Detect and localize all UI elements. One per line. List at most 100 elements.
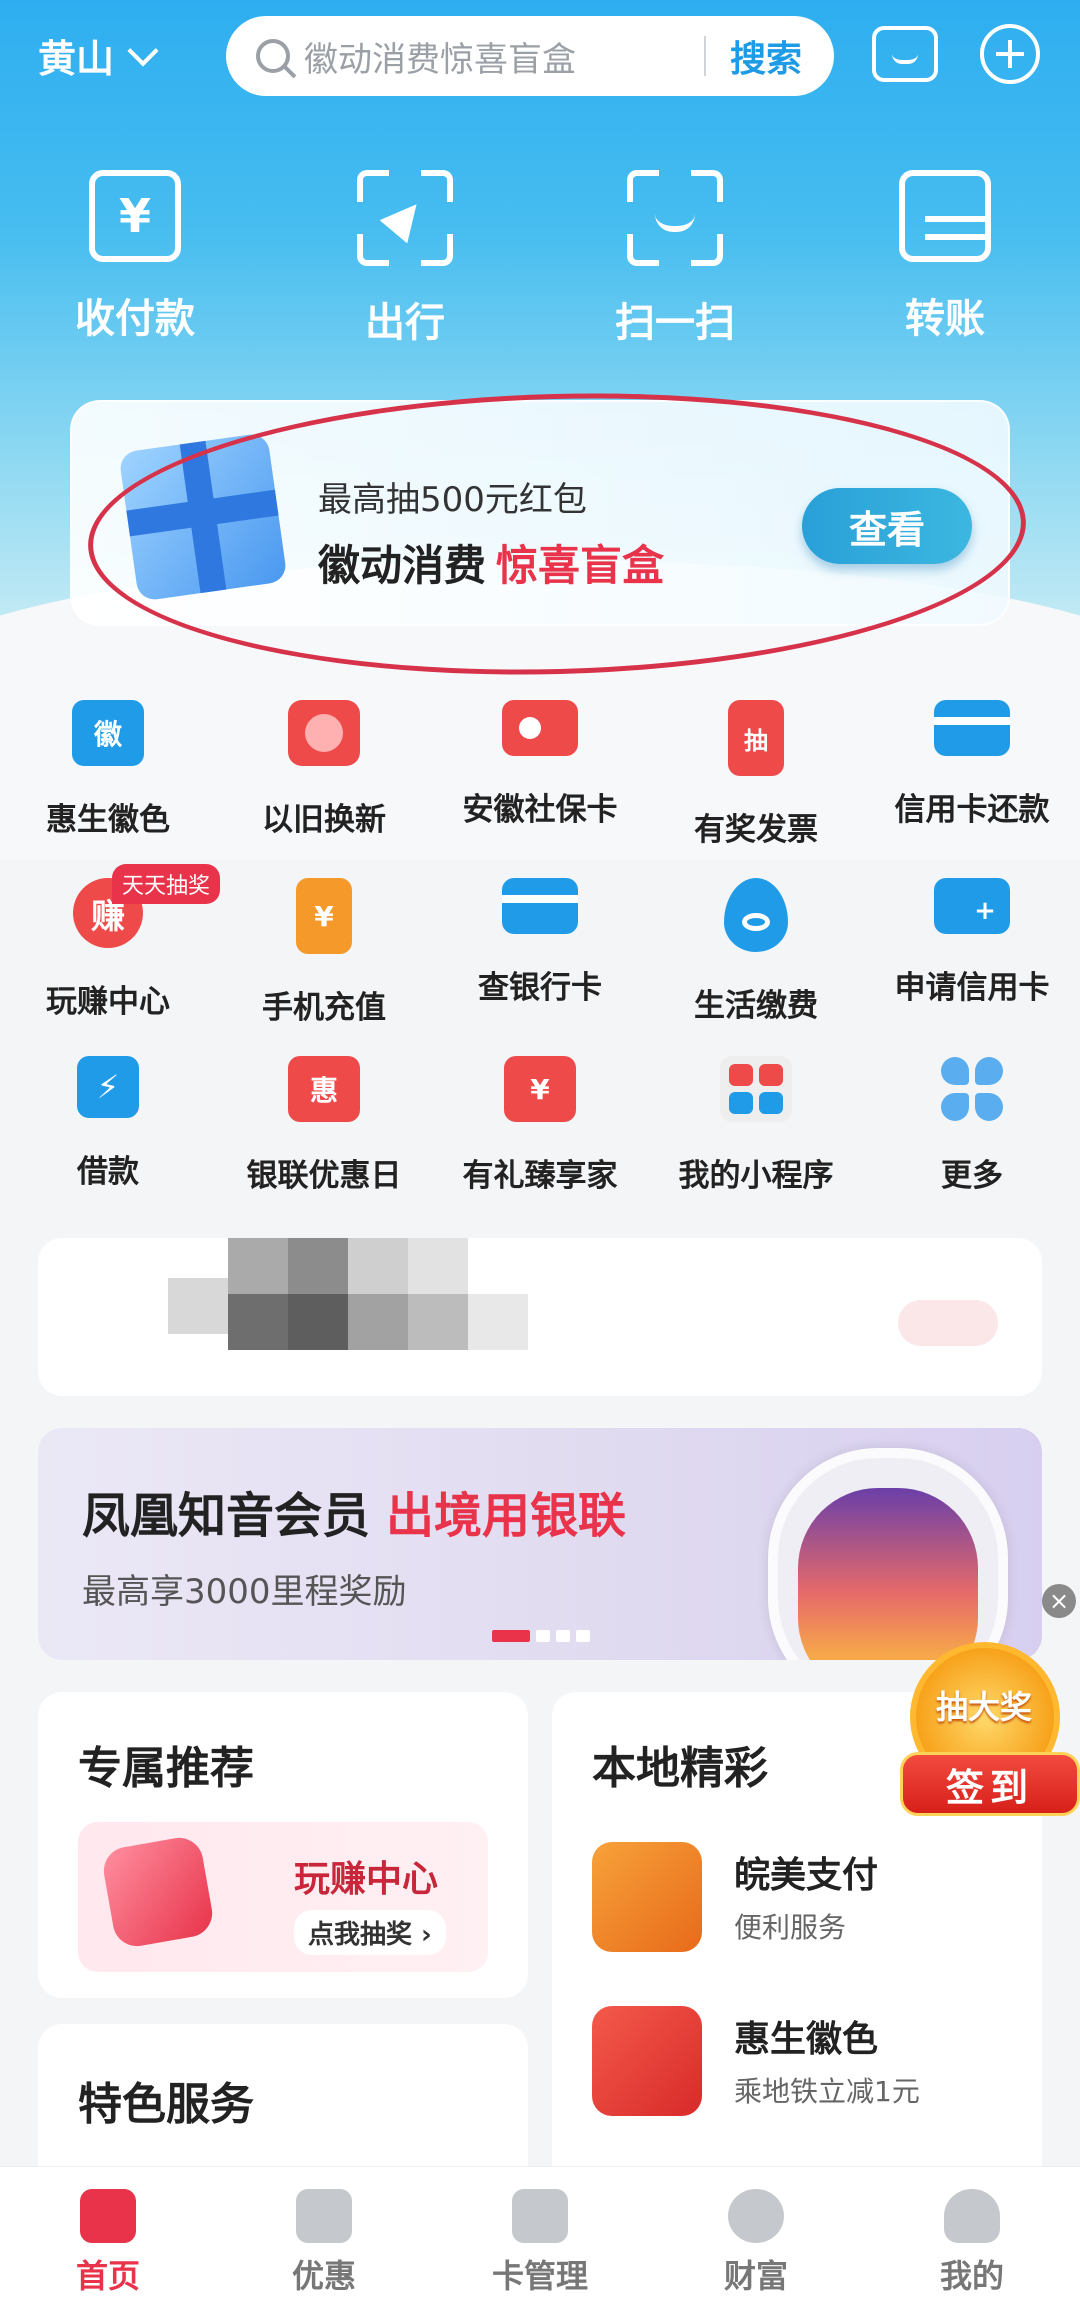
local-item-huisheng[interactable]: 惠生徽色 乘地铁立减1元 (592, 2006, 1012, 2146)
bottom-tab-bar: 首页 优惠 卡管理 财富 我的 (0, 2166, 1080, 2308)
carousel-dot (536, 1630, 550, 1642)
service-apply-credit-card[interactable]: + 申请信用卡 (864, 878, 1080, 1056)
recommend-item[interactable]: 玩赚中心 点我抽奖 › (78, 1822, 488, 1972)
service-label: 有奖发票 (694, 812, 818, 848)
service-mini-programs[interactable]: 我的小程序 (648, 1056, 864, 1234)
quick-action-travel[interactable]: 出行 (270, 170, 540, 348)
chevron-down-icon (127, 34, 159, 67)
quick-action-pay[interactable]: ¥ 收付款 (0, 170, 270, 348)
featured-title: 特色服务 (78, 2079, 254, 2130)
scan-icon (627, 170, 723, 266)
carousel-dot (576, 1630, 590, 1642)
tab-label: 首页 (75, 2257, 140, 2295)
pixelated-block (408, 1294, 468, 1350)
lottery-button[interactable]: 点我抽奖 › (294, 1910, 446, 1955)
lightning-icon: ⚡ (77, 1056, 139, 1118)
service-invoice-lottery[interactable]: 抽 有奖发票 (648, 700, 864, 878)
service-label: 安徽社保卡 (462, 792, 618, 828)
service-credit-repay[interactable]: 信用卡还款 (864, 700, 1080, 878)
promo-title: 凤凰知音会员 出境用银联 (82, 1476, 626, 1546)
service-social-security-card[interactable]: 安徽社保卡 (432, 700, 648, 878)
transfer-icon (899, 170, 991, 262)
service-label: 信用卡还款 (894, 792, 1050, 828)
phone-icon: ¥ (296, 878, 352, 954)
lottery-label: 抽大奖 (935, 1688, 1032, 1726)
washing-machine-icon (288, 700, 360, 766)
close-icon[interactable]: × (1042, 1584, 1076, 1618)
lottery-float-button[interactable]: 抽大奖 签到 (900, 1642, 1080, 1816)
service-phone-topup[interactable]: ¥ 手机充值 (216, 878, 432, 1056)
service-label: 我的小程序 (678, 1158, 834, 1194)
huisheng-icon: 徽 (72, 700, 144, 766)
add-card-icon: + (934, 878, 1010, 934)
recommend-item-title: 玩赚中心 (294, 1859, 439, 1900)
pixelated-block (228, 1294, 288, 1350)
service-earn-center[interactable]: 天天抽奖 赚 玩赚中心 (0, 864, 221, 1056)
service-trade-in[interactable]: 以旧换新 (216, 700, 432, 878)
service-label: 有礼臻享家 (462, 1158, 618, 1194)
pixelated-block (468, 1294, 528, 1350)
service-label: 申请信用卡 (894, 970, 1050, 1006)
tab-label: 我的 (939, 2257, 1004, 2295)
recommend-title: 专属推荐 (78, 1743, 254, 1794)
tab-mine[interactable]: 我的 (864, 2167, 1080, 2308)
redacted-button (898, 1300, 998, 1346)
city-selector[interactable]: 黄山 (38, 28, 159, 83)
redacted-card (38, 1238, 1042, 1396)
service-row: ⚡ 借款 惠 银联优惠日 ¥ 有礼臻享家 我的小程序 更多 (0, 1056, 1080, 1234)
search-icon (256, 39, 290, 73)
service-check-bank-card[interactable]: 查银行卡 (432, 878, 648, 1056)
message-icon[interactable] (872, 26, 938, 82)
local-item-wanmei-pay[interactable]: 皖美支付 便利服务 (592, 1842, 1012, 1982)
calendar-icon: 惠 (288, 1056, 360, 1122)
promo-title-main: 凤凰知音会员 (82, 1488, 371, 1544)
quick-action-label: 转账 (905, 296, 985, 342)
tab-home[interactable]: 首页 (0, 2167, 216, 2308)
top-bar: 黄山 徽动消费惊喜盲盒 搜索 (0, 0, 1080, 112)
mini-program-icon (720, 1056, 792, 1122)
local-item-name: 惠生徽色 (734, 2019, 879, 2060)
pixelated-block (228, 1238, 288, 1294)
checkin-button[interactable]: 签到 (900, 1752, 1080, 1816)
wealth-icon (728, 2189, 784, 2243)
pixelated-block (348, 1294, 408, 1350)
service-label: 以旧换新 (262, 802, 386, 838)
local-item-name: 皖美支付 (734, 1855, 879, 1896)
service-more[interactable]: 更多 (864, 1056, 1080, 1234)
carousel-indicator (492, 1630, 590, 1642)
quick-action-transfer[interactable]: 转账 (810, 170, 1080, 348)
service-loan[interactable]: ⚡ 借款 (0, 1056, 216, 1234)
service-label: 生活缴费 (694, 988, 818, 1024)
promo-title-highlight: 出境用银联 (386, 1488, 627, 1544)
carousel-dot-active (492, 1630, 530, 1642)
pixelated-block (168, 1278, 228, 1334)
carousel-dot (556, 1630, 570, 1642)
service-label: 银联优惠日 (246, 1158, 402, 1194)
service-row: 徽 惠生徽色 以旧换新 安徽社保卡 抽 有奖发票 信用卡还款 (0, 700, 1080, 878)
service-grid: 徽 惠生徽色 以旧换新 安徽社保卡 抽 有奖发票 信用卡还款 天天抽奖 赚 玩赚… (0, 700, 1080, 1234)
id-card-icon (502, 700, 578, 756)
credit-card-icon (934, 700, 1010, 756)
phoenix-member-banner[interactable]: 凤凰知音会员 出境用银联 最高享3000里程奖励 (38, 1428, 1042, 1660)
invoice-icon: 抽 (728, 700, 784, 776)
service-label: 借款 (77, 1154, 139, 1190)
red-envelope-icon (100, 1834, 216, 1950)
service-utility-bills[interactable]: 生活缴费 (648, 878, 864, 1056)
service-unionpay-day[interactable]: 惠 银联优惠日 (216, 1056, 432, 1234)
local-item-desc: 乘地铁立减1元 (734, 2075, 920, 2108)
search-button[interactable]: 搜索 (706, 30, 834, 82)
tab-wealth[interactable]: 财富 (648, 2167, 864, 2308)
search-input[interactable]: 徽动消费惊喜盲盒 (304, 32, 704, 81)
more-icon (936, 1056, 1008, 1122)
water-drop-icon (724, 878, 788, 952)
service-gift-home[interactable]: ¥ 有礼臻享家 (432, 1056, 648, 1234)
tab-card-management[interactable]: 卡管理 (432, 2167, 648, 2308)
airplane-window-image (768, 1448, 1008, 1660)
quick-action-label: 出行 (365, 300, 445, 346)
service-huisheng[interactable]: 徽 惠生徽色 (0, 700, 216, 878)
quick-action-scan[interactable]: 扫一扫 (540, 170, 810, 348)
search-bar[interactable]: 徽动消费惊喜盲盒 搜索 (226, 16, 834, 96)
service-label: 查银行卡 (478, 970, 602, 1006)
add-icon[interactable] (980, 24, 1040, 84)
tab-offers[interactable]: 优惠 (216, 2167, 432, 2308)
